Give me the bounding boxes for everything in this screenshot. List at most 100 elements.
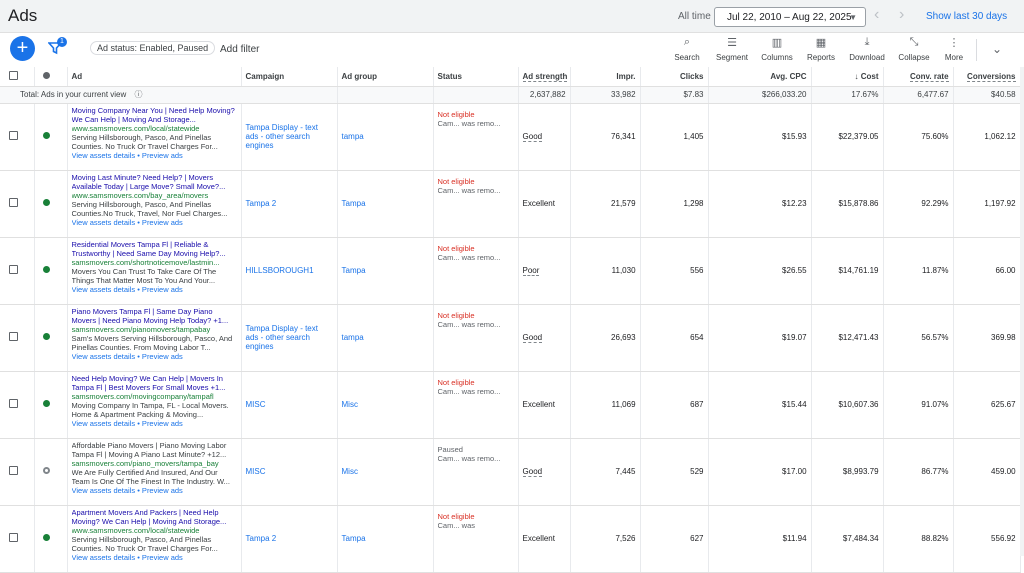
adgroup-link[interactable]: Tampa [342, 199, 366, 208]
download-tool-button[interactable]: ⤓ Download [846, 36, 888, 62]
row-checkbox[interactable] [9, 332, 18, 341]
row-checkbox[interactable] [9, 198, 18, 207]
add-button[interactable]: + [10, 36, 35, 61]
cost-cell: $15,878.86 [811, 170, 884, 238]
ad-asset-links[interactable]: View assets details • Preview ads [72, 352, 237, 361]
header-campaign[interactable]: Campaign [241, 67, 338, 87]
row-checkbox[interactable] [9, 131, 18, 140]
adgroup-link[interactable]: tampa [342, 132, 364, 141]
ad-asset-links[interactable]: View assets details • Preview ads [72, 285, 237, 294]
ad-strength[interactable]: Poor [522, 266, 540, 276]
campaign-link[interactable]: Tampa 2 [246, 534, 277, 543]
enabled-status-icon[interactable] [42, 534, 50, 541]
enabled-status-icon[interactable] [42, 333, 50, 340]
ad-asset-links[interactable]: View assets details • Preview ads [72, 151, 237, 160]
row-checkbox[interactable] [9, 399, 18, 408]
ad-headline[interactable]: Moving Company Near You | Need Help Movi… [72, 106, 237, 124]
help-icon[interactable]: ⓘ [135, 90, 143, 99]
add-filter-button[interactable]: Add filter [220, 44, 259, 55]
more-tool-button[interactable]: ⋮ More [940, 36, 968, 62]
table-row[interactable]: Moving Last Minute? Need Help? | Movers … [0, 170, 1021, 238]
campaign-link[interactable]: Tampa Display - text ads - other search … [246, 324, 318, 351]
select-all-checkbox[interactable] [9, 70, 18, 80]
row-checkbox[interactable] [9, 533, 18, 542]
header-status[interactable]: Status [433, 67, 519, 87]
ad-asset-links[interactable]: View assets details • Preview ads [72, 419, 237, 428]
enabled-status-icon[interactable] [42, 199, 50, 206]
adgroup-link[interactable]: tampa [342, 333, 364, 342]
download-icon: ⤓ [864, 36, 870, 48]
ad-headline[interactable]: Apartment Movers And Packers | Need Help… [72, 508, 237, 526]
table-row[interactable]: Residential Movers Tampa Fl | Reliable &… [0, 237, 1021, 305]
more-vert-icon: ⋮ [948, 37, 960, 49]
adgroup-link[interactable]: Tampa [342, 266, 366, 275]
table-row[interactable]: Affordable Piano Movers | Piano Moving L… [0, 438, 1021, 506]
paused-status-icon[interactable] [42, 467, 50, 474]
ad-strength[interactable]: Good [522, 333, 543, 343]
ad-headline[interactable]: Piano Movers Tampa Fl | Same Day Piano M… [72, 307, 237, 325]
next-period-icon[interactable]: › [899, 6, 904, 24]
header-impr[interactable]: Impr. [570, 67, 641, 87]
date-range-value: Jul 22, 2010 – Aug 22, 2025 [727, 12, 852, 23]
table-row[interactable]: Apartment Movers And Packers | Need Help… [0, 505, 1021, 573]
table-row[interactable]: Moving Company Near You | Need Help Movi… [0, 103, 1021, 171]
ad-headline[interactable]: Residential Movers Tampa Fl | Reliable &… [72, 240, 237, 258]
header-avg-cpc[interactable]: Avg. CPC [708, 67, 812, 87]
search-tool-button[interactable]: ⌕ Search [672, 36, 702, 62]
reports-tool-button[interactable]: ▦ Reports [804, 36, 838, 62]
impr-cell: 26,693 [570, 304, 641, 372]
ad-strength-cell: Good [518, 304, 571, 372]
segment-tool-button[interactable]: ☰ Segment [712, 36, 752, 62]
campaign-link[interactable]: MISC [246, 400, 266, 409]
adgroup-link[interactable]: Misc [342, 400, 358, 409]
campaign-link[interactable]: Tampa Display - text ads - other search … [246, 123, 318, 150]
date-range-picker[interactable]: Jul 22, 2010 – Aug 22, 2025 ▼ [714, 7, 866, 27]
header-ad[interactable]: Ad [67, 67, 242, 87]
ad-headline[interactable]: Need Help Moving? We Can Help | Movers I… [72, 374, 237, 392]
clicks-cell: 627 [640, 505, 709, 573]
ad-strength[interactable]: Good [522, 132, 543, 142]
ad-asset-links[interactable]: View assets details • Preview ads [72, 218, 237, 227]
ad-asset-links[interactable]: View assets details • Preview ads [72, 486, 237, 495]
ad-strength[interactable]: Excellent [523, 534, 555, 543]
header-conversions[interactable]: Conversions [953, 67, 1021, 87]
campaign-link[interactable]: MISC [246, 467, 266, 476]
columns-tool-button[interactable]: ▥ Columns [758, 36, 796, 62]
ad-cell: Moving Last Minute? Need Help? | Movers … [67, 170, 242, 238]
ad-strength[interactable]: Excellent [523, 400, 555, 409]
enabled-status-icon[interactable] [42, 132, 50, 139]
ad-headline[interactable]: Affordable Piano Movers | Piano Moving L… [72, 441, 237, 459]
table-row[interactable]: Need Help Moving? We Can Help | Movers I… [0, 371, 1021, 439]
campaign-link[interactable]: Tampa 2 [246, 199, 277, 208]
select-all-header[interactable] [0, 67, 35, 87]
header-clicks[interactable]: Clicks [640, 67, 709, 87]
campaign-link[interactable]: HILLSBOROUGH1 [246, 266, 314, 275]
page-title: Ads [8, 6, 38, 25]
header-adgroup[interactable]: Ad group [337, 67, 434, 87]
table-header-row: Ad Campaign Ad group Status Ad strength … [0, 67, 1021, 87]
row-checkbox[interactable] [9, 466, 18, 475]
chevron-down-icon[interactable]: ⌄ [992, 42, 1002, 56]
previous-period-icon[interactable]: ‹ [874, 6, 879, 24]
enabled-status-icon[interactable] [42, 400, 50, 407]
header-conv-rate[interactable]: Conv. rate [883, 67, 954, 87]
ad-status-filter-chip[interactable]: Ad status: Enabled, Paused [90, 41, 216, 55]
adgroup-link[interactable]: Tampa [342, 534, 366, 543]
ad-description: We Are Fully Certified And Insured, And … [71, 467, 230, 486]
table-row[interactable]: Piano Movers Tampa Fl | Same Day Piano M… [0, 304, 1021, 372]
show-last-30-days-button[interactable]: Show last 30 days [926, 11, 1007, 22]
columns-icon: ▥ [771, 37, 783, 49]
ad-headline[interactable]: Moving Last Minute? Need Help? | Movers … [72, 173, 237, 191]
header-cost[interactable]: ↓ Cost [811, 67, 884, 87]
ad-strength[interactable]: Excellent [523, 199, 555, 208]
ad-cell: Affordable Piano Movers | Piano Moving L… [67, 438, 242, 506]
ad-strength[interactable]: Good [522, 467, 543, 477]
header-ad-strength[interactable]: Ad strength [518, 67, 571, 87]
collapse-tool-button[interactable]: ⤡ Collapse [894, 36, 934, 62]
row-checkbox[interactable] [9, 265, 18, 274]
vertical-scrollbar[interactable] [1020, 67, 1024, 556]
ad-asset-links[interactable]: View assets details • Preview ads [72, 553, 237, 562]
enabled-status-icon[interactable] [42, 266, 50, 273]
adgroup-cell: Misc [337, 371, 434, 439]
adgroup-link[interactable]: Misc [342, 467, 358, 476]
